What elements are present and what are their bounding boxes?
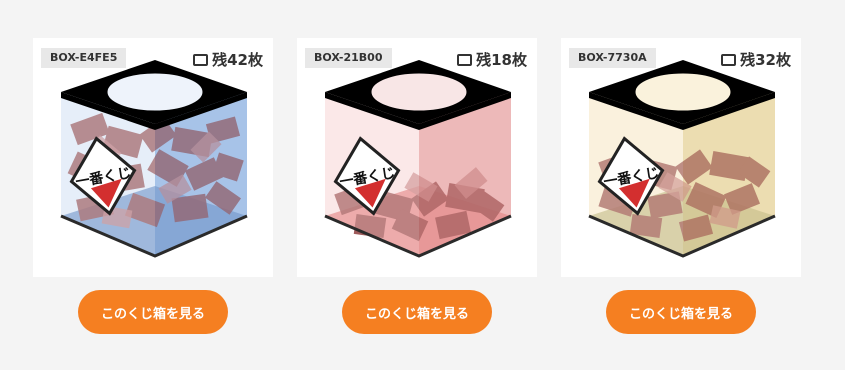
lottery-box-illustration: 一番くじ <box>588 60 776 258</box>
view-box-button[interactable]: このくじ箱を見る <box>606 290 756 334</box>
ticket-icon <box>193 53 209 66</box>
box-id-label: BOX-E4FE5 <box>41 48 127 68</box>
remaining-count-text: 残32枚 <box>740 51 791 69</box>
remaining-count: 残18枚 <box>457 49 527 70</box>
lottery-box-card: 一番くじ BOX-E4FE5 残42枚 <box>33 38 273 277</box>
lottery-box-illustration: 一番くじ <box>324 60 512 258</box>
view-box-button[interactable]: このくじ箱を見る <box>78 290 228 334</box>
remaining-count: 残42枚 <box>193 49 263 70</box>
view-box-button[interactable]: このくじ箱を見る <box>342 290 492 334</box>
lottery-box-illustration: 一番くじ <box>60 60 248 258</box>
lottery-box-card: 一番くじ BOX-7730A 残32枚 <box>561 38 801 277</box>
lottery-box-card: 一番くじ BOX-21B00 残18枚 <box>297 38 537 277</box>
ticket-icon <box>721 53 737 66</box>
remaining-count: 残32枚 <box>721 49 791 70</box>
remaining-count-text: 残42枚 <box>212 51 263 69</box>
box-id-label: BOX-7730A <box>569 48 656 68</box>
box-id-label: BOX-21B00 <box>305 48 392 68</box>
remaining-count-text: 残18枚 <box>476 51 527 69</box>
ticket-icon <box>457 53 473 66</box>
